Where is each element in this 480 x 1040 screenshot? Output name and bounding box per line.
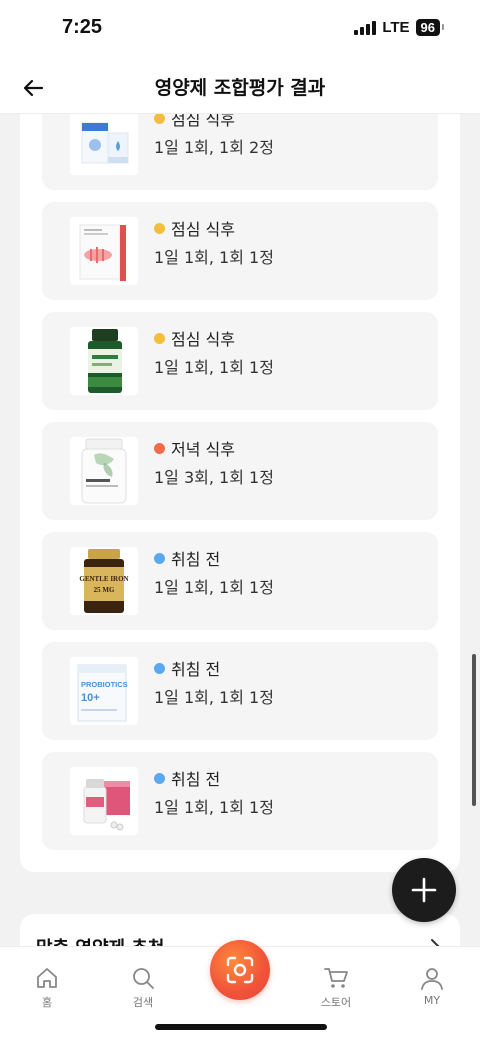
scan-icon [226,956,254,984]
timing-label: 점심 식후 [171,220,235,239]
signal-icon [354,20,377,35]
stick-pack-icon [70,217,138,285]
add-button[interactable] [392,858,456,922]
timing-label: 점심 식후 [171,114,235,129]
nav-my[interactable]: MY [402,965,462,1007]
dosage-text: 1일 1회, 1회 1정 [154,578,274,597]
timing-dot [154,332,165,344]
intake-timing: 취침 전 [154,546,220,570]
white-bottle-icon [70,437,138,505]
cart-icon [324,968,348,988]
intake-timing: 점심 식후 [154,216,235,240]
timing-label: 취침 전 [171,770,221,789]
intake-timing: 취침 전 [154,656,220,680]
dosage-text: 1일 1회, 1회 1정 [154,798,274,817]
recommendation-title: 맞춤 영양제 추천 [36,934,164,946]
timing-label: 저녁 식후 [171,440,235,459]
scan-button[interactable] [210,940,270,1000]
nav-store-label: 스토어 [320,996,352,1009]
dosage-text: 1일 1회, 1회 1정 [154,358,274,377]
product-label-text: 10+ [81,692,100,704]
timing-dot [154,442,165,454]
timing-label: 취침 전 [171,660,221,679]
result-card: 점심 식후 1일 1회, 1회 2정 점심 식후 1일 1회, 1회 1정 점심… [20,114,460,872]
dosage-text: 1일 3회, 1회 1정 [154,468,274,487]
dosage-text: 1일 1회, 1회 1정 [154,688,274,707]
page-title: 영양제 조합평가 결과 [154,77,326,99]
status-indicators: LTE 96 [354,19,445,36]
intake-timing: 저녁 식후 [154,436,235,460]
nav-store[interactable]: 스토어 [306,965,366,1010]
back-arrow-icon [23,79,44,97]
gold-bottle-icon: GENTLE IRON 25 MG [70,547,138,615]
supplement-item[interactable]: 저녁 식후 1일 3회, 1회 1정 [42,422,438,520]
nav-my-label: MY [423,994,441,1007]
battery-icon: 96 [415,19,445,36]
supplement-item[interactable]: PROBIOTICS 10+ 취침 전 1일 1회, 1회 1정 [42,642,438,740]
supplement-boxes-icon [70,114,138,175]
intake-timing: 점심 식후 [154,114,235,130]
timing-dot [154,552,165,564]
status-bar: 7:25 LTE 96 [0,0,480,60]
back-button[interactable] [20,74,48,102]
product-label-text: GENTLE IRON [79,575,128,583]
timing-dot [154,114,165,124]
app-header: 영양제 조합평가 결과 [0,60,480,114]
timing-label: 점심 식후 [171,330,235,349]
plus-icon [411,877,437,903]
supplement-item[interactable]: GENTLE IRON 25 MG 취침 전 1일 1회, 1회 1정 [42,532,438,630]
timing-label: 취침 전 [171,550,221,569]
nav-home[interactable]: 홈 [17,965,77,1010]
chevron-right-icon [430,938,442,946]
intake-timing: 취침 전 [154,766,220,790]
dosage-text: 1일 1회, 1회 1정 [154,248,274,267]
probiotics-box-icon: PROBIOTICS 10+ [70,657,138,725]
green-bottle-icon [70,327,138,395]
intake-timing: 점심 식후 [154,326,235,350]
scrollbar[interactable] [472,654,476,806]
supplement-item[interactable]: 점심 식후 1일 1회, 1회 1정 [42,312,438,410]
home-icon [37,968,57,988]
supplement-item[interactable]: 점심 식후 1일 1회, 1회 1정 [42,202,438,300]
timing-dot [154,222,165,234]
dosage-text: 1일 1회, 1회 2정 [154,138,274,157]
content-area[interactable]: 점심 식후 1일 1회, 1회 2정 점심 식후 1일 1회, 1회 1정 점심… [0,114,480,946]
supplement-item[interactable]: 취침 전 1일 1회, 1회 1정 [42,752,438,850]
network-type: LTE [382,19,410,36]
product-label-text: 25 MG [94,586,115,594]
home-indicator [155,1024,327,1030]
nav-search[interactable]: 검색 [113,965,173,1010]
product-label-text: PROBIOTICS [81,680,128,689]
pink-box-icon [70,767,138,835]
nav-search-label: 검색 [132,996,154,1009]
status-time: 7:25 [62,16,103,38]
search-icon [133,968,154,989]
profile-icon [421,968,443,990]
supplement-item[interactable]: 점심 식후 1일 1회, 1회 2정 [42,114,438,190]
nav-home-label: 홈 [41,996,53,1009]
timing-dot [154,662,165,674]
timing-dot [154,772,165,784]
